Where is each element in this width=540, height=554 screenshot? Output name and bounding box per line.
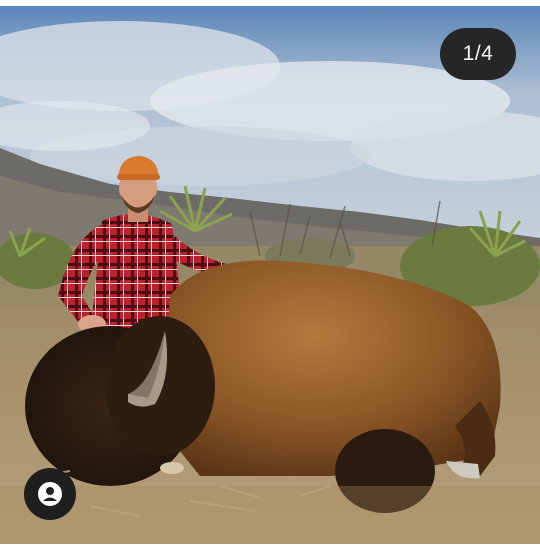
post-media-viewer[interactable]: 1/4 bbox=[0, 6, 540, 544]
post-photo bbox=[0, 6, 540, 544]
media-counter: 1/4 bbox=[440, 28, 516, 80]
bottom-strip bbox=[0, 544, 540, 554]
user-tag-icon bbox=[38, 482, 62, 506]
media-counter-text: 1/4 bbox=[462, 42, 494, 65]
tagged-users-button[interactable] bbox=[24, 468, 76, 520]
